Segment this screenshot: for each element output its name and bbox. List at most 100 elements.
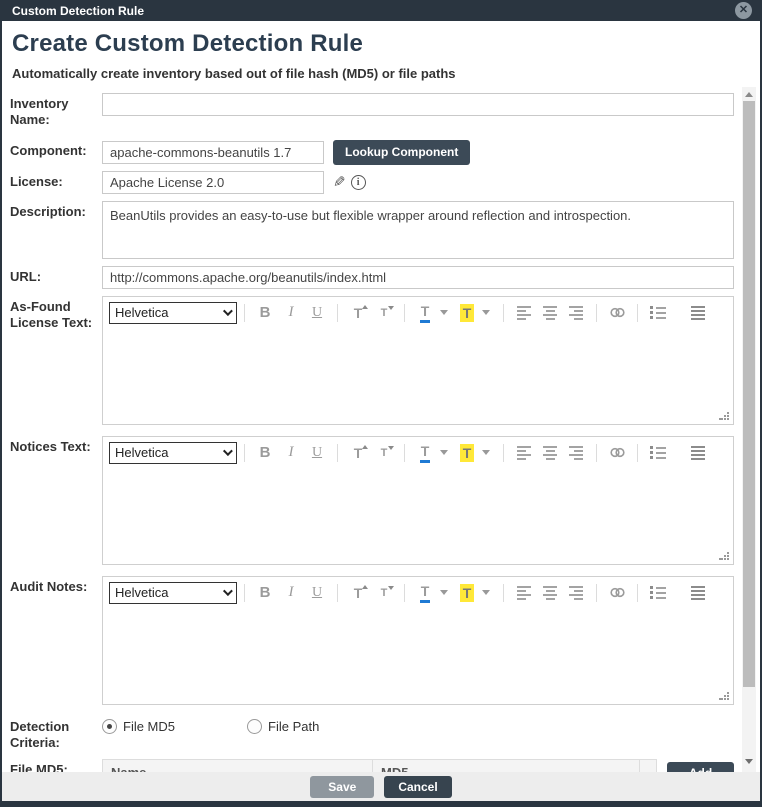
align-right-icon [569,586,583,600]
cancel-button[interactable]: Cancel [384,776,451,798]
highlight-color-dropdown-icon[interactable] [482,450,490,455]
license-label: License: [2,171,102,190]
font-select[interactable]: Helvetica [109,582,237,604]
insert-link-button[interactable] [604,301,630,325]
align-center-button[interactable] [537,441,563,465]
highlight-color-button[interactable]: T [454,301,480,325]
ordered-list-icon [650,446,666,459]
decrease-font-size-button[interactable]: T [371,581,397,605]
component-input[interactable] [102,141,324,164]
lookup-component-button[interactable]: Lookup Component [333,140,470,165]
scrollbar-thumb[interactable] [743,101,755,687]
align-left-button[interactable] [511,581,537,605]
align-center-button[interactable] [537,301,563,325]
italic-button[interactable]: I [278,441,304,465]
increase-font-size-button[interactable]: T [345,441,371,465]
dialog-footer: Save Cancel [2,772,760,801]
text-color-button[interactable]: T [412,301,438,325]
align-right-button[interactable] [563,441,589,465]
decrease-font-size-button[interactable]: T [371,301,397,325]
license-input[interactable] [102,171,324,194]
file-md5-radio-label: File MD5 [123,719,175,734]
row-description: Description: BeanUtils provides an easy-… [2,201,734,259]
row-detection-criteria: Detection Criteria: File MD5 File Path [2,716,734,752]
text-color-dropdown-icon[interactable] [440,590,448,595]
license-info-icon[interactable]: i [351,175,366,190]
inventory-name-input[interactable] [102,93,734,116]
align-right-button[interactable] [563,301,589,325]
justify-button[interactable] [685,441,711,465]
insert-link-button[interactable] [604,441,630,465]
highlight-color-button[interactable]: T [454,441,480,465]
rich-text-area[interactable] [103,469,733,564]
increase-font-size-button[interactable]: T [345,581,371,605]
align-center-icon [543,306,557,320]
highlight-color-button[interactable]: T [454,581,480,605]
decrease-font-size-button[interactable]: T [371,441,397,465]
toolbar-divider [404,444,405,462]
italic-button[interactable]: I [278,301,304,325]
file-path-radio[interactable] [247,719,262,734]
text-color-button[interactable]: T [412,441,438,465]
as-found-license-editor: Helvetica B I U T T T T [102,296,734,425]
increase-font-size-button[interactable]: T [345,301,371,325]
toolbar-divider [503,304,504,322]
column-header-action [640,760,656,772]
font-select[interactable]: Helvetica [109,442,237,464]
column-header-name[interactable]: Name [103,760,373,772]
row-license: License: ✎ i [2,171,734,194]
ordered-list-button[interactable] [645,441,671,465]
resize-grip-icon[interactable] [719,410,729,420]
column-header-md5[interactable]: MD5 [373,760,640,772]
url-input[interactable] [102,266,734,289]
form-scroll-area: Inventory Name: Component: Lookup Compon… [2,87,760,772]
rte-toolbar: Helvetica B I U T T T T [103,297,733,329]
resize-grip-icon[interactable] [719,690,729,700]
save-button[interactable]: Save [310,776,374,798]
underline-button[interactable]: U [304,581,330,605]
highlight-color-dropdown-icon[interactable] [482,590,490,595]
caret-up-icon [362,445,368,449]
caret-down-icon [388,306,394,310]
page-subtitle: Automatically create inventory based out… [12,66,746,81]
add-file-button[interactable]: Add File [667,762,734,772]
close-icon[interactable]: ✕ [735,2,752,19]
page-header: Create Custom Detection Rule Automatical… [2,21,760,87]
font-select[interactable]: Helvetica [109,302,237,324]
justify-button[interactable] [685,581,711,605]
radio-option-file-md5[interactable]: File MD5 [102,719,175,734]
radio-option-file-path[interactable]: File Path [247,719,319,734]
ordered-list-button[interactable] [645,301,671,325]
insert-link-button[interactable] [604,581,630,605]
text-color-button[interactable]: T [412,581,438,605]
text-color-dropdown-icon[interactable] [440,450,448,455]
vertical-scrollbar[interactable] [742,87,756,772]
align-center-button[interactable] [537,581,563,605]
bold-button[interactable]: B [252,581,278,605]
caret-up-icon [362,585,368,589]
highlight-color-dropdown-icon[interactable] [482,310,490,315]
description-textarea[interactable]: BeanUtils provides an easy-to-use but fl… [102,201,734,259]
edit-license-pencil-icon[interactable]: ✎ [333,175,346,190]
italic-button[interactable]: I [278,581,304,605]
rich-text-area[interactable] [103,329,733,424]
bold-button[interactable]: B [252,441,278,465]
bold-button[interactable]: B [252,301,278,325]
justify-button[interactable] [685,301,711,325]
scroll-down-icon[interactable] [745,759,753,764]
ordered-list-button[interactable] [645,581,671,605]
text-color-dropdown-icon[interactable] [440,310,448,315]
underline-button[interactable]: U [304,301,330,325]
caret-down-icon [388,586,394,590]
rich-text-area[interactable] [103,609,733,704]
align-left-button[interactable] [511,441,537,465]
chevron-down-icon [223,446,233,456]
notices-text-label: Notices Text: [2,436,102,455]
align-right-button[interactable] [563,581,589,605]
underline-button[interactable]: U [304,441,330,465]
align-left-button[interactable] [511,301,537,325]
row-notices-text: Notices Text: Helvetica B I U T T T T [2,436,734,565]
file-md5-radio[interactable] [102,719,117,734]
scroll-up-icon[interactable] [745,92,753,97]
resize-grip-icon[interactable] [719,550,729,560]
